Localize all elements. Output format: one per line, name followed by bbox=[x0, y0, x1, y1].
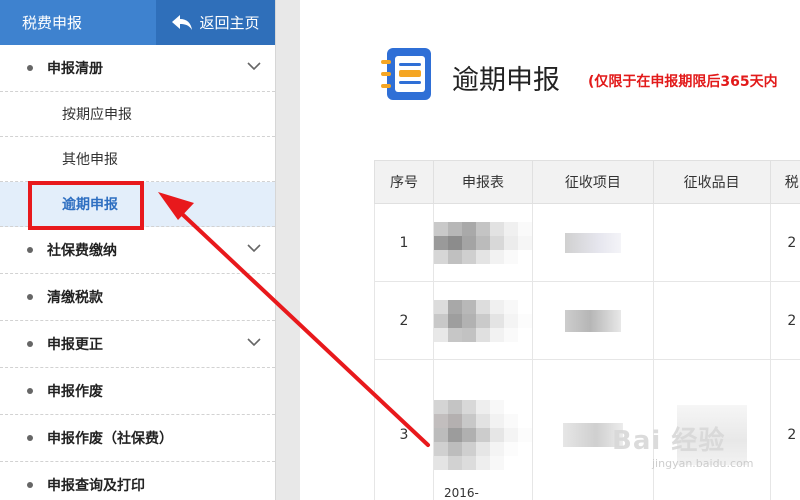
pixelated-mosaic bbox=[434, 399, 532, 470]
redacted-cell bbox=[652, 281, 771, 360]
chevron-down-icon bbox=[247, 338, 261, 347]
bullet-icon bbox=[27, 482, 33, 488]
submenu-other-declaration[interactable]: 其他申报 bbox=[0, 137, 275, 182]
col-header: 序号 bbox=[374, 160, 434, 204]
bullet-icon bbox=[27, 294, 33, 300]
back-home-label: 返回主页 bbox=[199, 14, 260, 32]
submenu-label: 按期应申报 bbox=[62, 107, 132, 123]
redacted-cell bbox=[433, 203, 533, 282]
pixelated-mosaic bbox=[434, 221, 532, 264]
menu-declaration-void[interactable]: 申报作废 bbox=[0, 368, 275, 415]
row-last-cell: 2 bbox=[769, 281, 800, 360]
menu-declaration-query-print[interactable]: 申报查询及打印 bbox=[0, 462, 275, 500]
col-header: 征收项目 bbox=[532, 160, 654, 204]
redacted-cell bbox=[433, 359, 533, 500]
menu-label: 申报清册 bbox=[47, 61, 103, 77]
menu-declaration-correction[interactable]: 申报更正 bbox=[0, 321, 275, 368]
menu-label: 申报作废（社保费） bbox=[47, 431, 173, 447]
baidu-watermark: Bai 经验 jingyan.baidu.com bbox=[612, 420, 792, 490]
bullet-icon bbox=[27, 65, 33, 71]
redacted-cell bbox=[532, 281, 654, 360]
pixelated-block bbox=[564, 232, 621, 253]
submenu-periodic-declaration[interactable]: 按期应申报 bbox=[0, 92, 275, 137]
bullet-icon bbox=[27, 247, 33, 253]
pixelated-block bbox=[564, 309, 621, 332]
watermark-brand: Bai 经验 bbox=[612, 426, 726, 456]
back-home-button[interactable]: 返回主页 bbox=[156, 0, 275, 45]
chevron-down-icon bbox=[247, 244, 261, 253]
sidebar-title: 税费申报 bbox=[22, 14, 83, 32]
col-header: 征收品目 bbox=[652, 160, 771, 204]
menu-label: 申报作废 bbox=[47, 384, 103, 400]
menu-declaration-list[interactable]: 申报清册 bbox=[0, 45, 275, 92]
sidebar-header: 税费申报 返回主页 bbox=[0, 0, 275, 45]
menu-tax-clearance[interactable]: 清缴税款 bbox=[0, 274, 275, 321]
bullet-icon bbox=[27, 435, 33, 441]
partial-row-text: 2016- bbox=[444, 486, 479, 500]
row-last-cell: 2 bbox=[769, 203, 800, 282]
submenu-label: 其他申报 bbox=[62, 152, 118, 168]
pixelated-mosaic bbox=[434, 299, 532, 342]
menu-label: 申报查询及打印 bbox=[47, 478, 145, 494]
menu-label: 清缴税款 bbox=[47, 290, 103, 306]
page-note: (仅限于在申报期限后365天内 bbox=[588, 74, 778, 90]
bullet-icon bbox=[27, 341, 33, 347]
back-arrow-icon bbox=[172, 14, 193, 30]
highlight-box bbox=[28, 181, 144, 230]
row-index: 3 bbox=[374, 359, 434, 500]
screen: 税费申报 返回主页 申报清册 按期应申报 其他申报 逾期申报 社保费缴纳 清缴税… bbox=[0, 0, 800, 500]
sidebar: 税费申报 返回主页 申报清册 按期应申报 其他申报 逾期申报 社保费缴纳 清缴税… bbox=[0, 0, 276, 500]
row-index: 1 bbox=[374, 203, 434, 282]
menu-label: 申报更正 bbox=[47, 337, 103, 353]
col-header: 申报表 bbox=[433, 160, 533, 204]
table-row[interactable]: 2 2 bbox=[374, 281, 800, 360]
bullet-icon bbox=[27, 388, 33, 394]
menu-declaration-void-social[interactable]: 申报作废（社保费） bbox=[0, 415, 275, 462]
notebook-icon bbox=[381, 48, 431, 100]
col-header: 税 bbox=[769, 160, 800, 204]
table-header-row: 序号 申报表 征收项目 征收品目 税 bbox=[374, 160, 800, 204]
menu-social-insurance-payment[interactable]: 社保费缴纳 bbox=[0, 227, 275, 274]
redacted-cell bbox=[652, 203, 771, 282]
row-index: 2 bbox=[374, 281, 434, 360]
page-title: 逾期申报 bbox=[452, 65, 560, 96]
redacted-cell bbox=[532, 203, 654, 282]
table-row[interactable]: 1 2 bbox=[374, 203, 800, 282]
chevron-down-icon bbox=[247, 62, 261, 71]
menu-label: 社保费缴纳 bbox=[47, 243, 117, 259]
watermark-url: jingyan.baidu.com bbox=[652, 457, 754, 470]
redacted-cell bbox=[433, 281, 533, 360]
